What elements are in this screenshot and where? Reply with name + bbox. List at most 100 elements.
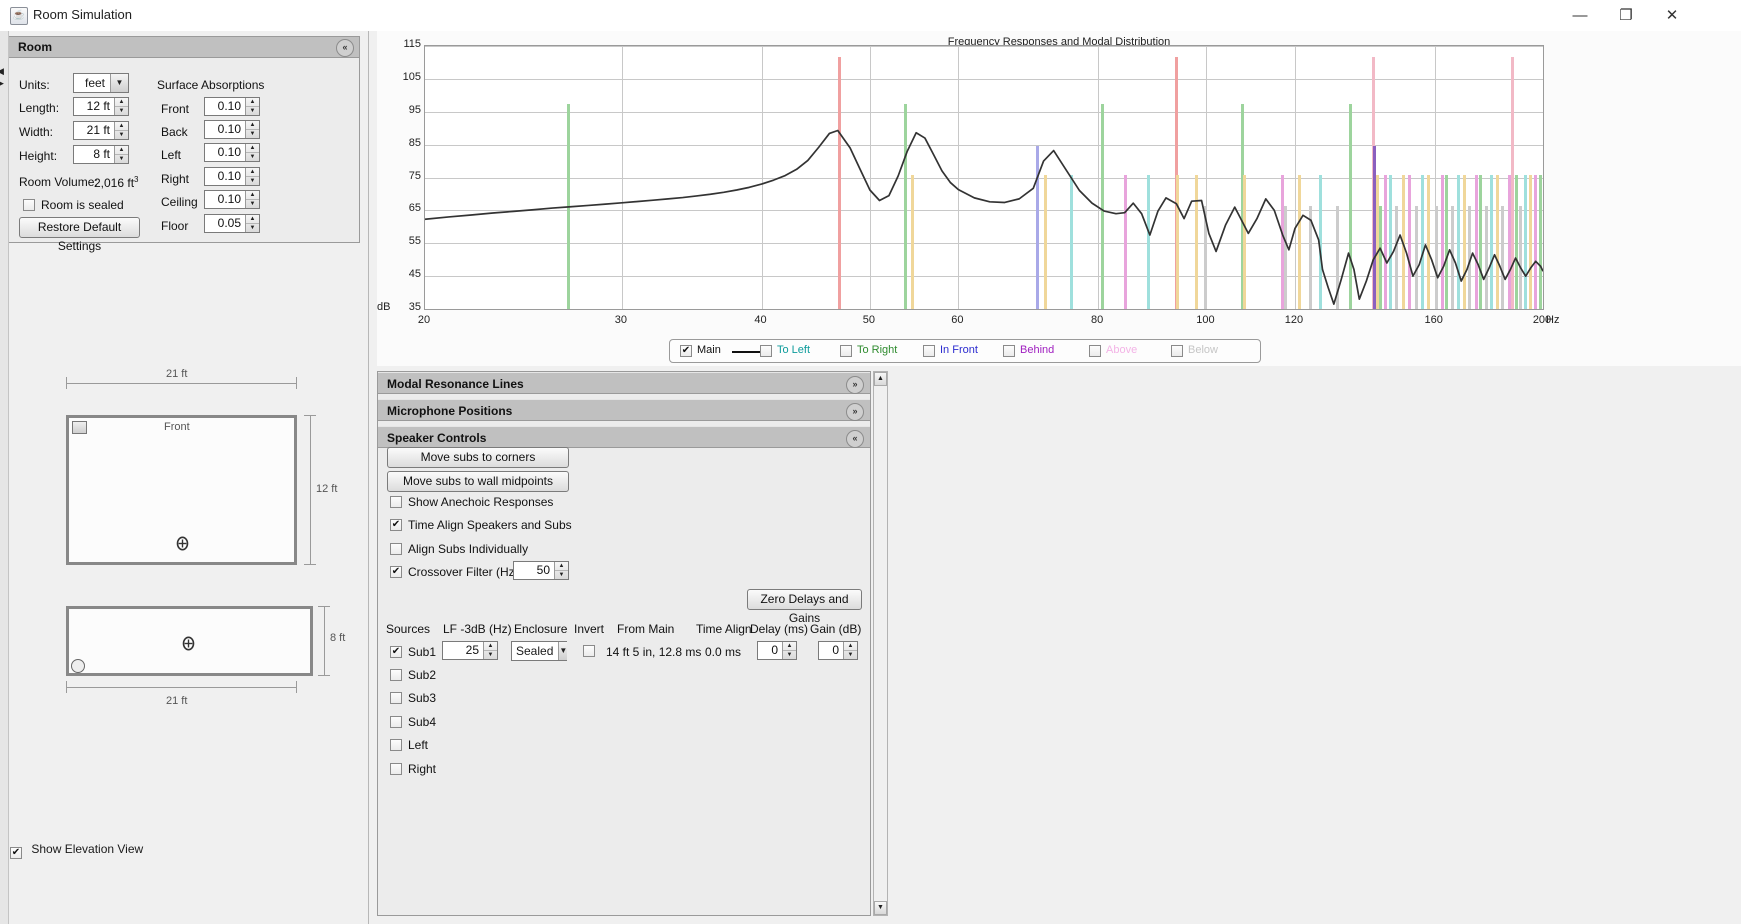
scroll-down-arrow-icon[interactable]: ▼ bbox=[874, 901, 887, 915]
accordion-header-microphone-positions[interactable]: Microphone Positions » bbox=[378, 399, 870, 421]
sub1-enclosure-select[interactable]: Sealed ▼ bbox=[511, 641, 568, 661]
chart-y-tick-label: 45 bbox=[408, 268, 421, 281]
sub1-gain-stepper[interactable]: 0 ▲ ▼ bbox=[818, 641, 858, 660]
absorption-left-stepper[interactable]: 0.10 ▲ ▼ bbox=[204, 143, 260, 162]
frequency-response-chart: Frequency Responses and Modal Distributi… bbox=[377, 31, 1741, 366]
stepper-arrows[interactable]: ▲ ▼ bbox=[782, 642, 796, 659]
maximize-button[interactable]: ❐ bbox=[1603, 0, 1649, 31]
crossover-filter-stepper[interactable]: 50 ▲ ▼ bbox=[513, 561, 569, 580]
height-stepper[interactable]: 8 ft ▲ ▼ bbox=[73, 145, 129, 164]
show-elevation-view-checkbox[interactable] bbox=[10, 847, 22, 859]
sub1-invert-checkbox[interactable] bbox=[583, 645, 595, 657]
units-select[interactable]: feet ▼ bbox=[73, 73, 129, 93]
move-subs-to-corners-button[interactable]: Move subs to corners bbox=[387, 447, 569, 468]
divider-expand-right-icon[interactable]: ▶ bbox=[0, 78, 4, 89]
chart-legend[interactable]: Main To Left To Right In Front Behind Above Be… bbox=[669, 339, 1261, 363]
scroll-up-arrow-icon[interactable]: ▲ bbox=[874, 372, 887, 386]
align-subs-individually-label: Align Subs Individually bbox=[408, 542, 529, 556]
accordion-scrollbar[interactable]: ▲ ▼ bbox=[873, 371, 888, 916]
restore-defaults-button[interactable]: Restore Default Settings bbox=[19, 217, 140, 253]
microphone-icon-plan[interactable] bbox=[176, 536, 189, 551]
minimize-button[interactable]: — bbox=[1557, 0, 1603, 31]
source-left-label: Left bbox=[408, 738, 429, 752]
align-subs-individually-checkbox[interactable] bbox=[390, 543, 402, 555]
absorption-front-stepper[interactable]: 0.10 ▲ ▼ bbox=[204, 97, 260, 116]
plan-depth-dimension: 12 ft bbox=[316, 483, 338, 495]
absorption-floor-value: 0.05 bbox=[205, 215, 245, 232]
stepper-arrows[interactable]: ▲ ▼ bbox=[843, 642, 857, 659]
chevron-down-icon[interactable]: » bbox=[846, 403, 864, 421]
sub1-lf-3db-stepper[interactable]: 25 ▲ ▼ bbox=[442, 641, 498, 660]
room-plan-view[interactable]: Front bbox=[66, 415, 297, 565]
absorption-right-stepper[interactable]: 0.10 ▲ ▼ bbox=[204, 167, 260, 186]
stepper-arrows[interactable]: ▲ ▼ bbox=[554, 562, 568, 579]
stepper-arrows[interactable]: ▲ ▼ bbox=[245, 121, 259, 138]
stepper-arrows[interactable]: ▲ ▼ bbox=[483, 642, 497, 659]
close-button[interactable]: ✕ bbox=[1649, 0, 1695, 31]
absorption-ceiling-stepper[interactable]: 0.10 ▲ ▼ bbox=[204, 190, 260, 209]
source-sub1-checkbox[interactable] bbox=[390, 646, 402, 658]
time-align-speakers-and-subs-checkbox[interactable] bbox=[390, 519, 402, 531]
absorption-floor-stepper[interactable]: 0.05 ▲ ▼ bbox=[204, 214, 260, 233]
stepper-arrows[interactable]: ▲ ▼ bbox=[114, 146, 128, 163]
legend-checkbox-in-front[interactable] bbox=[923, 345, 935, 357]
legend-checkbox-below[interactable] bbox=[1171, 345, 1183, 357]
legend-checkbox-to-right[interactable] bbox=[840, 345, 852, 357]
absorption-back-stepper[interactable]: 0.10 ▲ ▼ bbox=[204, 120, 260, 139]
legend-checkbox-above[interactable] bbox=[1089, 345, 1101, 357]
show-anechoic-responses-checkbox[interactable] bbox=[390, 496, 402, 508]
chevron-up-icon[interactable]: « bbox=[336, 39, 354, 57]
crossover-filter-checkbox[interactable] bbox=[390, 566, 402, 578]
room-elevation-view[interactable] bbox=[66, 606, 313, 676]
sub1-delay-stepper[interactable]: 0 ▲ ▼ bbox=[757, 641, 797, 660]
divider-collapse-left-icon[interactable]: ◀ bbox=[0, 66, 4, 77]
stepper-arrows[interactable]: ▲ ▼ bbox=[245, 191, 259, 208]
speaker-icon-elevation[interactable] bbox=[71, 659, 85, 673]
panel-divider[interactable]: ◀ ▶ bbox=[0, 31, 9, 924]
java-coffee-icon: ☕ bbox=[10, 7, 28, 25]
zero-delays-and-gains-button[interactable]: Zero Delays and Gains bbox=[747, 589, 862, 625]
plan-dim-tick-left bbox=[66, 377, 67, 389]
speaker-icon-plan[interactable] bbox=[72, 421, 87, 434]
plan-dim-line-right bbox=[310, 415, 311, 565]
room-panel-header[interactable]: Room « bbox=[9, 37, 359, 58]
stepper-arrows[interactable]: ▲ ▼ bbox=[245, 168, 259, 185]
legend-checkbox-to-left[interactable] bbox=[760, 345, 772, 357]
room-volume-number: 2,016 ft bbox=[94, 176, 135, 190]
accordion-header-modal-resonance-lines[interactable]: Modal Resonance Lines » bbox=[378, 372, 870, 394]
chevron-down-icon[interactable]: ▼ bbox=[110, 74, 128, 92]
chart-x-axis-label: Hz bbox=[1546, 314, 1560, 326]
legend-label-main: Main bbox=[697, 344, 721, 356]
microphone-icon-elevation[interactable] bbox=[182, 636, 195, 651]
chart-y-tick-label: 65 bbox=[408, 202, 421, 215]
chevron-down-icon[interactable]: » bbox=[846, 376, 864, 394]
room-is-sealed-checkbox[interactable] bbox=[23, 199, 35, 211]
chevron-down-icon[interactable]: ▼ bbox=[558, 642, 568, 660]
source-sub3-checkbox[interactable] bbox=[390, 692, 402, 704]
legend-checkbox-main[interactable] bbox=[680, 345, 692, 357]
stepper-arrows[interactable]: ▲ ▼ bbox=[245, 98, 259, 115]
stepper-arrows[interactable]: ▲ ▼ bbox=[114, 98, 128, 115]
units-label: Units: bbox=[19, 78, 50, 92]
absorption-right-value: 0.10 bbox=[205, 168, 245, 185]
move-subs-to-wall-midpoints-button[interactable]: Move subs to wall midpoints bbox=[387, 471, 569, 492]
absorption-label-floor: Floor bbox=[161, 219, 189, 233]
source-left-checkbox[interactable] bbox=[390, 739, 402, 751]
source-sub4-checkbox[interactable] bbox=[390, 716, 402, 728]
stepper-arrows[interactable]: ▲ ▼ bbox=[245, 215, 259, 232]
width-stepper[interactable]: 21 ft ▲ ▼ bbox=[73, 121, 129, 140]
source-sub2-label: Sub2 bbox=[408, 668, 437, 682]
sub1-lf-3db-value: 25 bbox=[443, 642, 483, 659]
length-label: Length: bbox=[19, 101, 60, 115]
source-right-checkbox[interactable] bbox=[390, 763, 402, 775]
chart-plot-area[interactable] bbox=[424, 45, 1544, 310]
legend-label-to-left: To Left bbox=[777, 344, 811, 356]
show-elevation-view-row[interactable]: Show Elevation View bbox=[10, 842, 143, 859]
absorption-label-ceiling: Ceiling bbox=[161, 195, 198, 209]
stepper-arrows[interactable]: ▲ ▼ bbox=[114, 122, 128, 139]
legend-checkbox-behind[interactable] bbox=[1003, 345, 1015, 357]
length-stepper[interactable]: 12 ft ▲ ▼ bbox=[73, 97, 129, 116]
stepper-arrows[interactable]: ▲ ▼ bbox=[245, 144, 259, 161]
title-bar: ☕ Room Simulation — ❐ ✕ bbox=[0, 0, 1741, 32]
source-sub2-checkbox[interactable] bbox=[390, 669, 402, 681]
